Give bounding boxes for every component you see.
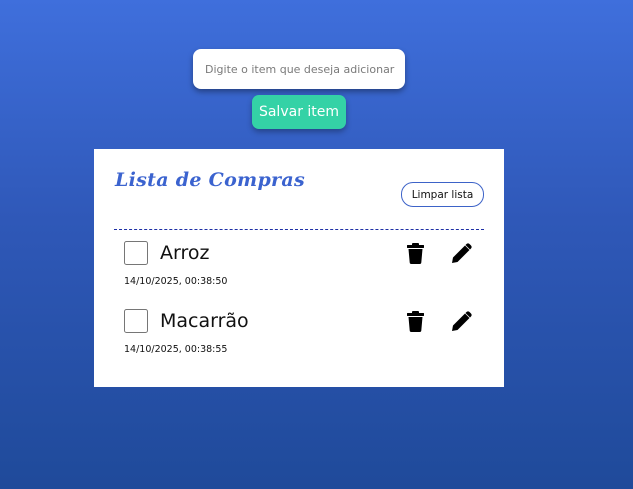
list-item: Arroz 14/10/2025, 00:38:50 — [94, 241, 504, 301]
item-date: 14/10/2025, 00:38:50 — [124, 276, 228, 287]
item-checkbox[interactable] — [124, 309, 148, 333]
item-name: Arroz — [160, 242, 210, 264]
pencil-icon[interactable] — [449, 309, 473, 333]
item-input[interactable] — [193, 49, 405, 89]
item-input-container — [193, 49, 405, 89]
item-checkbox[interactable] — [124, 241, 148, 265]
item-date: 14/10/2025, 00:38:55 — [124, 344, 228, 355]
trash-icon[interactable] — [403, 309, 427, 333]
pencil-icon[interactable] — [449, 241, 473, 265]
item-name: Macarrão — [160, 310, 249, 332]
list-item: Macarrão 14/10/2025, 00:38:55 — [94, 309, 504, 369]
clear-list-button[interactable]: Limpar lista — [401, 182, 484, 207]
trash-icon[interactable] — [403, 241, 427, 265]
shopping-list-card: Lista de Compras Limpar lista Arroz 14/1… — [94, 149, 504, 387]
save-item-button[interactable]: Salvar item — [252, 95, 346, 129]
divider — [114, 229, 484, 230]
list-title: Lista de Compras — [115, 169, 305, 191]
